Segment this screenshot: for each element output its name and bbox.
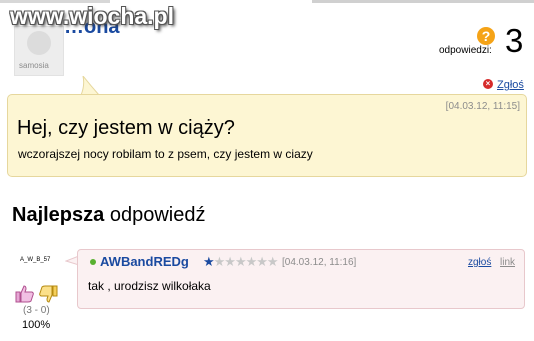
avatar-brand: samosia: [19, 61, 49, 70]
rank-star-icon: ★: [203, 254, 215, 269]
rank-stars: ★★★★★★★: [203, 254, 279, 270]
vote-percent: 100%: [22, 319, 51, 331]
best-answer-heading-bold: Najlepsza: [12, 204, 105, 226]
thumbs-up-icon[interactable]: [15, 285, 35, 303]
best-answer-heading: Najlepsza odpowiedź: [12, 204, 205, 227]
answer-username-link[interactable]: AWBandREDg: [100, 254, 189, 269]
answers-label: odpowiedzi:: [439, 45, 492, 56]
question-date: [04.03.12, 11:15]: [445, 101, 520, 112]
watermark: www.wiocha.pl: [10, 3, 174, 29]
answer-body: tak , urodzisz wilkołaka: [88, 279, 211, 293]
answer-permalink[interactable]: link: [500, 257, 515, 268]
report-answer-link[interactable]: zgłoś: [468, 257, 491, 268]
question-heading: Hej, czy jestem w ciąży?: [17, 117, 235, 139]
answer-bubble: AWBandREDg ★★★★★★★ [04.03.12, 11:16] zgł…: [77, 249, 525, 309]
avatar-placeholder-icon: [27, 31, 51, 55]
question-badge-icon: ?: [477, 27, 495, 45]
best-answer-heading-rest: odpowiedź: [104, 204, 206, 226]
top-strip-right: [312, 0, 534, 3]
report-icon[interactable]: ×: [483, 79, 493, 89]
thumbs-down-icon[interactable]: [38, 285, 58, 303]
answer-date: [04.03.12, 11:16]: [282, 257, 357, 268]
online-status-icon: [90, 259, 96, 265]
vote-count: (3 - 0): [23, 305, 50, 316]
question-bubble-tail: [80, 76, 101, 96]
rank-stars-empty: ★★★★★★: [213, 254, 279, 269]
report-question-link[interactable]: Zgłoś: [497, 79, 524, 91]
question-bubble: [04.03.12, 11:15] Hej, czy jestem w ciąż…: [7, 94, 527, 177]
answers-count: 3: [505, 22, 524, 59]
answerer-avatar[interactable]: A_W_B_57: [20, 257, 50, 263]
asker-avatar[interactable]: samosia: [14, 26, 64, 76]
question-body: wczorajszej nocy robilam to z psem, czy …: [18, 147, 313, 161]
